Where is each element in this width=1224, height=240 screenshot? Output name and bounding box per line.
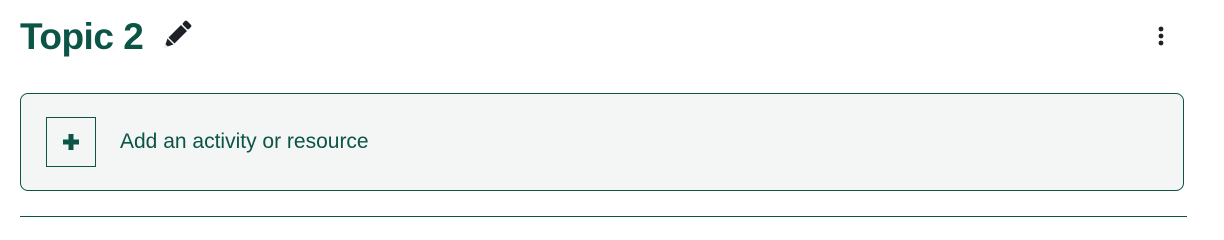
add-activity-button[interactable]: Add an activity or resource bbox=[20, 93, 1184, 191]
kebab-vertical-icon bbox=[1158, 26, 1164, 46]
pencil-icon bbox=[164, 20, 192, 48]
plus-icon bbox=[63, 134, 79, 150]
section-header: Topic 2 bbox=[20, 10, 195, 62]
section-actions-menu-button[interactable] bbox=[1148, 22, 1174, 50]
add-icon-box bbox=[46, 117, 96, 167]
add-activity-label: Add an activity or resource bbox=[120, 130, 369, 153]
section-divider bbox=[20, 216, 1187, 217]
edit-title-button[interactable] bbox=[157, 17, 195, 55]
section-title: Topic 2 bbox=[20, 15, 144, 57]
